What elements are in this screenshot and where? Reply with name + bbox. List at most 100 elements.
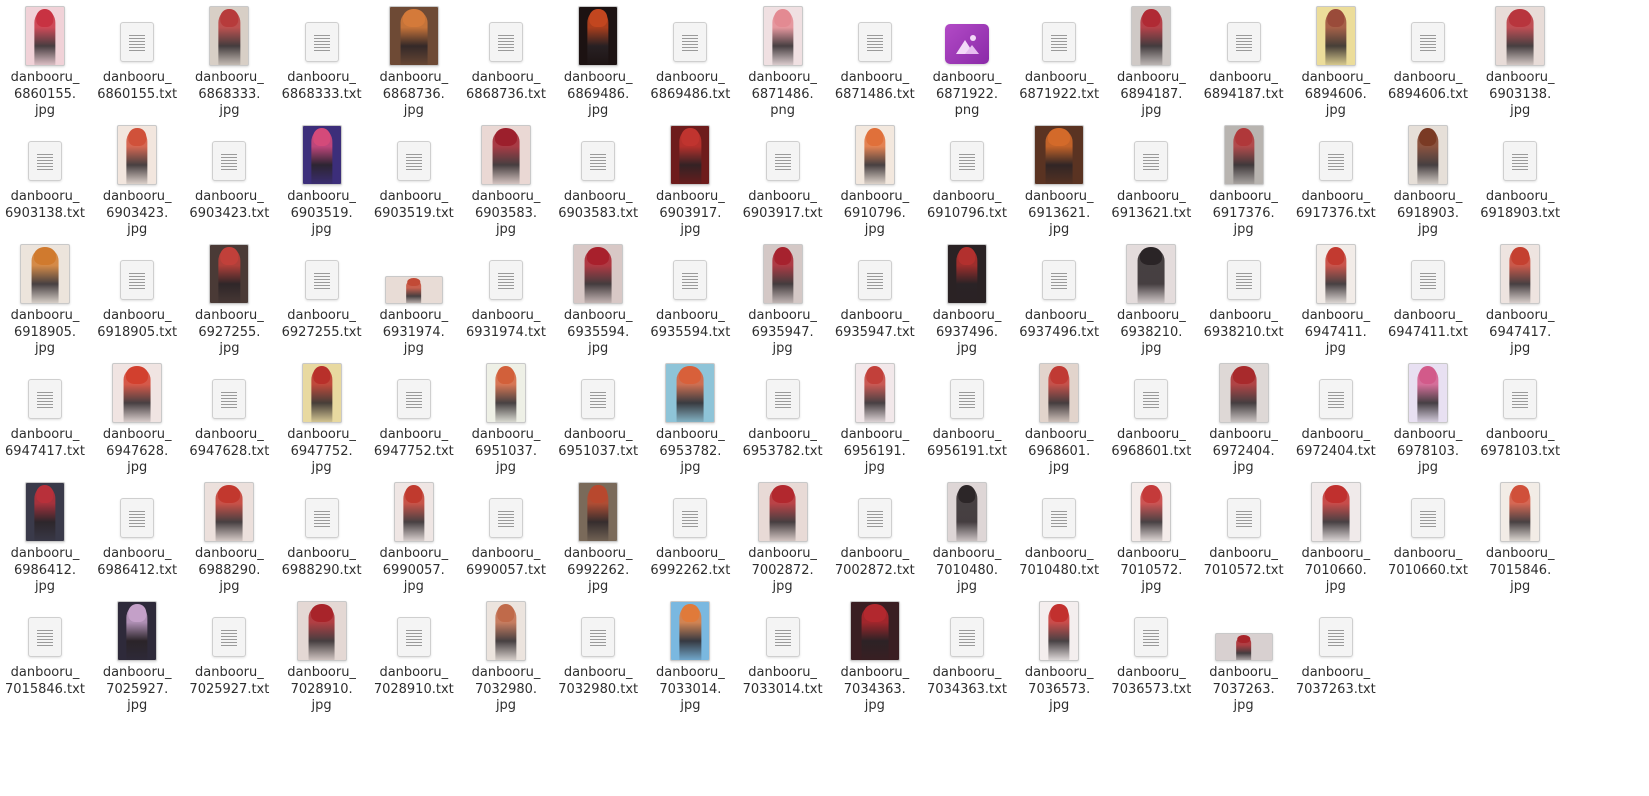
file-item[interactable]: danbooru_ 6947411.txt: [1381, 240, 1475, 341]
file-item[interactable]: danbooru_ 6947628.txt: [182, 359, 276, 460]
file-item[interactable]: danbooru_ 6903138.txt: [0, 121, 92, 222]
file-item[interactable]: danbooru_ 6931974. jpg: [367, 240, 461, 358]
file-item[interactable]: danbooru_ 6903138. jpg: [1473, 2, 1567, 120]
file-item[interactable]: danbooru_ 6968601. jpg: [1012, 359, 1106, 477]
file-item[interactable]: danbooru_ 6903583.txt: [551, 121, 645, 222]
file-item[interactable]: danbooru_ 6953782. jpg: [643, 359, 737, 477]
file-item[interactable]: danbooru_ 6956191. jpg: [828, 359, 922, 477]
file-item[interactable]: danbooru_ 7025927.txt: [182, 597, 276, 698]
file-item[interactable]: danbooru_ 6868333.txt: [275, 2, 369, 103]
file-item[interactable]: danbooru_ 6992262. jpg: [551, 478, 645, 596]
file-item[interactable]: danbooru_ 6938210.txt: [1197, 240, 1291, 341]
file-item[interactable]: danbooru_ 6935594. jpg: [551, 240, 645, 358]
file-item[interactable]: danbooru_ 7010572. jpg: [1104, 478, 1198, 596]
file-item[interactable]: danbooru_ 6972404.txt: [1289, 359, 1383, 460]
file-item[interactable]: danbooru_ 6894187. jpg: [1104, 2, 1198, 120]
file-item[interactable]: danbooru_ 6868333. jpg: [182, 2, 276, 120]
file-item[interactable]: danbooru_ 7028910.txt: [367, 597, 461, 698]
file-item[interactable]: danbooru_ 6913621. jpg: [1012, 121, 1106, 239]
file-item[interactable]: danbooru_ 6927255.txt: [275, 240, 369, 341]
file-item[interactable]: danbooru_ 6917376.txt: [1289, 121, 1383, 222]
file-item[interactable]: danbooru_ 6903423. jpg: [90, 121, 184, 239]
file-item[interactable]: danbooru_ 6869486. jpg: [551, 2, 645, 120]
file-item[interactable]: danbooru_ 6947417.txt: [0, 359, 92, 460]
file-item[interactable]: danbooru_ 6910796. jpg: [828, 121, 922, 239]
file-item[interactable]: danbooru_ 6951037.txt: [551, 359, 645, 460]
file-item[interactable]: danbooru_ 6918903.txt: [1473, 121, 1567, 222]
file-item[interactable]: danbooru_ 6986412.txt: [90, 478, 184, 579]
file-item[interactable]: danbooru_ 6992262.txt: [643, 478, 737, 579]
file-item[interactable]: danbooru_ 6871922.txt: [1012, 2, 1106, 103]
file-item[interactable]: danbooru_ 6947752. jpg: [275, 359, 369, 477]
file-item[interactable]: danbooru_ 7010660. jpg: [1289, 478, 1383, 596]
file-item[interactable]: danbooru_ 7032980.txt: [551, 597, 645, 698]
file-item[interactable]: danbooru_ 7002872.txt: [828, 478, 922, 579]
file-item[interactable]: danbooru_ 6988290. jpg: [182, 478, 276, 596]
file-item[interactable]: danbooru_ 6931974.txt: [459, 240, 553, 341]
file-item[interactable]: danbooru_ 6903583. jpg: [459, 121, 553, 239]
file-item[interactable]: danbooru_ 6990057. jpg: [367, 478, 461, 596]
file-item[interactable]: danbooru_ 6903519.txt: [367, 121, 461, 222]
file-item[interactable]: danbooru_ 6947628. jpg: [90, 359, 184, 477]
file-item[interactable]: danbooru_ 7033014.txt: [736, 597, 830, 698]
file-item[interactable]: danbooru_ 6937496.txt: [1012, 240, 1106, 341]
file-item[interactable]: danbooru_ 6937496. jpg: [920, 240, 1014, 358]
file-item[interactable]: danbooru_ 6917376. jpg: [1197, 121, 1291, 239]
file-item[interactable]: danbooru_ 6903519. jpg: [275, 121, 369, 239]
file-item[interactable]: danbooru_ 6951037. jpg: [459, 359, 553, 477]
file-item[interactable]: danbooru_ 6860155.txt: [90, 2, 184, 103]
file-item[interactable]: danbooru_ 6935947.txt: [828, 240, 922, 341]
file-item[interactable]: danbooru_ 6868736. jpg: [367, 2, 461, 120]
file-item[interactable]: danbooru_ 6956191.txt: [920, 359, 1014, 460]
file-item[interactable]: danbooru_ 6918905.txt: [90, 240, 184, 341]
file-item[interactable]: danbooru_ 6947752.txt: [367, 359, 461, 460]
file-item[interactable]: danbooru_ 7034363.txt: [920, 597, 1014, 698]
file-item[interactable]: danbooru_ 6871486. png: [736, 2, 830, 120]
file-item[interactable]: danbooru_ 6978103.txt: [1473, 359, 1567, 460]
file-item[interactable]: danbooru_ 6871922. png: [920, 2, 1014, 120]
file-item[interactable]: danbooru_ 6868736.txt: [459, 2, 553, 103]
file-item[interactable]: danbooru_ 7025927. jpg: [90, 597, 184, 715]
file-item[interactable]: danbooru_ 6910796.txt: [920, 121, 1014, 222]
file-item[interactable]: danbooru_ 7034363. jpg: [828, 597, 922, 715]
file-item[interactable]: danbooru_ 6947411. jpg: [1289, 240, 1383, 358]
file-item[interactable]: danbooru_ 7037263. jpg: [1197, 597, 1291, 715]
file-item[interactable]: danbooru_ 6935947. jpg: [736, 240, 830, 358]
file-item[interactable]: danbooru_ 6918905. jpg: [0, 240, 92, 358]
file-item[interactable]: danbooru_ 6927255. jpg: [182, 240, 276, 358]
file-item[interactable]: danbooru_ 6935594.txt: [643, 240, 737, 341]
file-item[interactable]: danbooru_ 7036573. jpg: [1012, 597, 1106, 715]
file-item[interactable]: danbooru_ 6894606.txt: [1381, 2, 1475, 103]
file-item[interactable]: danbooru_ 6972404. jpg: [1197, 359, 1291, 477]
file-item[interactable]: danbooru_ 6894606. jpg: [1289, 2, 1383, 120]
file-item[interactable]: danbooru_ 6938210. jpg: [1104, 240, 1198, 358]
file-item[interactable]: danbooru_ 7010480.txt: [1012, 478, 1106, 579]
file-item[interactable]: danbooru_ 7032980. jpg: [459, 597, 553, 715]
file-item[interactable]: danbooru_ 7002872. jpg: [736, 478, 830, 596]
file-item[interactable]: danbooru_ 6903917.txt: [736, 121, 830, 222]
file-item[interactable]: danbooru_ 7010660.txt: [1381, 478, 1475, 579]
file-item[interactable]: danbooru_ 6988290.txt: [275, 478, 369, 579]
file-item[interactable]: danbooru_ 6953782.txt: [736, 359, 830, 460]
file-item[interactable]: danbooru_ 6918903. jpg: [1381, 121, 1475, 239]
file-item[interactable]: danbooru_ 6869486.txt: [643, 2, 737, 103]
file-item[interactable]: danbooru_ 6990057.txt: [459, 478, 553, 579]
file-item[interactable]: danbooru_ 6903917. jpg: [643, 121, 737, 239]
file-item[interactable]: danbooru_ 6913621.txt: [1104, 121, 1198, 222]
file-item[interactable]: danbooru_ 7028910. jpg: [275, 597, 369, 715]
file-item[interactable]: danbooru_ 7010480. jpg: [920, 478, 1014, 596]
file-item[interactable]: danbooru_ 7010572.txt: [1197, 478, 1291, 579]
file-item[interactable]: danbooru_ 6894187.txt: [1197, 2, 1291, 103]
file-item[interactable]: danbooru_ 6860155. jpg: [0, 2, 92, 120]
file-item[interactable]: danbooru_ 6968601.txt: [1104, 359, 1198, 460]
file-item[interactable]: danbooru_ 7015846. jpg: [1473, 478, 1567, 596]
file-item[interactable]: danbooru_ 6978103. jpg: [1381, 359, 1475, 477]
file-item[interactable]: danbooru_ 6947417. jpg: [1473, 240, 1567, 358]
file-item[interactable]: danbooru_ 6903423.txt: [182, 121, 276, 222]
file-item[interactable]: danbooru_ 6986412. jpg: [0, 478, 92, 596]
file-item[interactable]: danbooru_ 6871486.txt: [828, 2, 922, 103]
file-item[interactable]: danbooru_ 7033014. jpg: [643, 597, 737, 715]
file-item[interactable]: danbooru_ 7015846.txt: [0, 597, 92, 698]
file-item[interactable]: danbooru_ 7036573.txt: [1104, 597, 1198, 698]
file-item[interactable]: danbooru_ 7037263.txt: [1289, 597, 1383, 698]
